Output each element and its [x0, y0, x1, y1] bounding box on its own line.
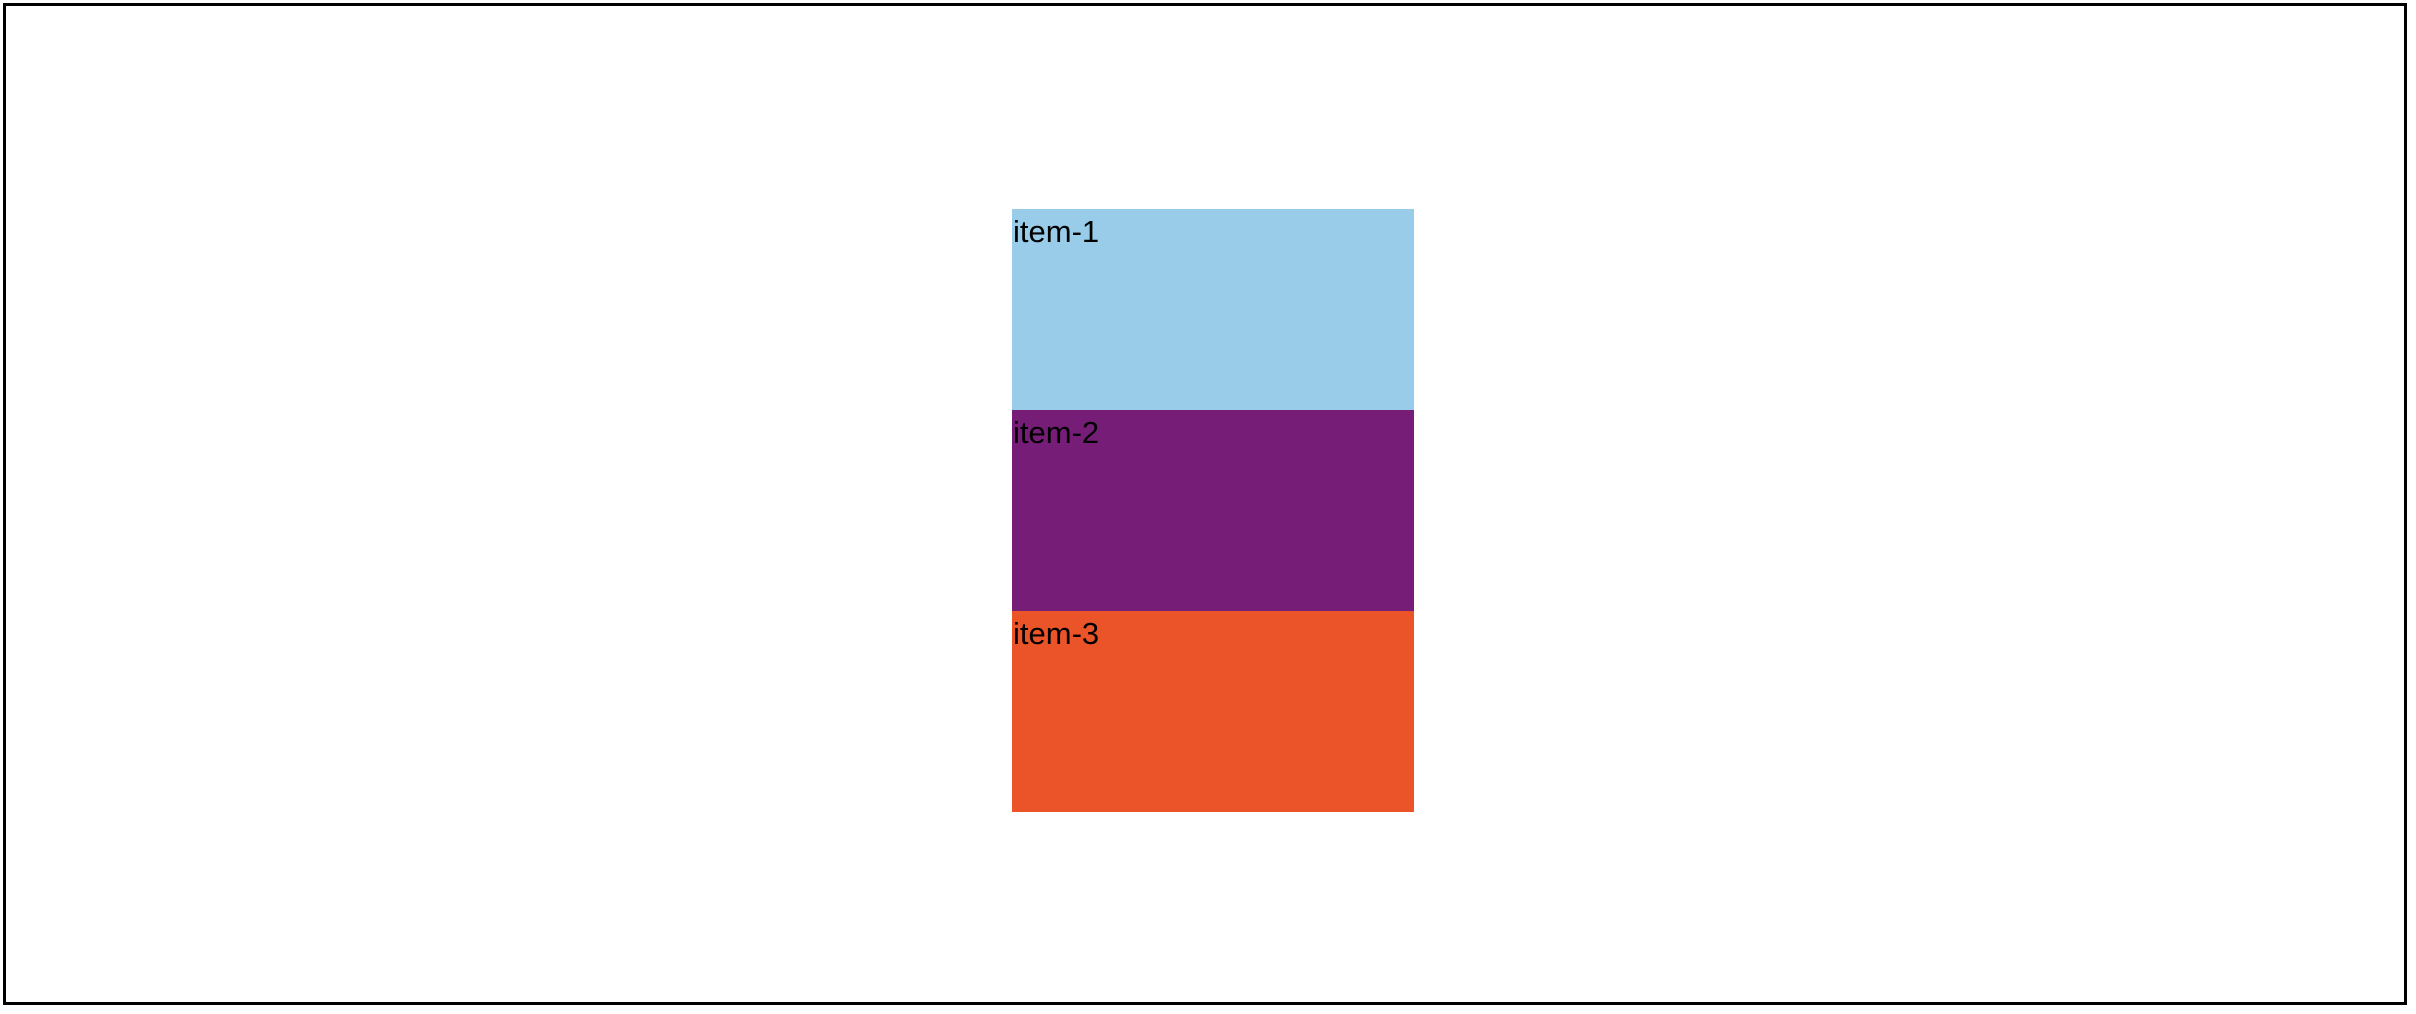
- item-block-3: item-3: [1012, 611, 1414, 812]
- item-stack: item-1 item-2 item-3: [1012, 209, 1414, 812]
- container-frame: item-1 item-2 item-3: [3, 3, 2407, 1005]
- item-block-1: item-1: [1012, 209, 1414, 410]
- item-label: item-1: [1013, 214, 1100, 249]
- item-block-2: item-2: [1012, 410, 1414, 611]
- item-label: item-3: [1013, 616, 1100, 651]
- item-label: item-2: [1013, 415, 1100, 450]
